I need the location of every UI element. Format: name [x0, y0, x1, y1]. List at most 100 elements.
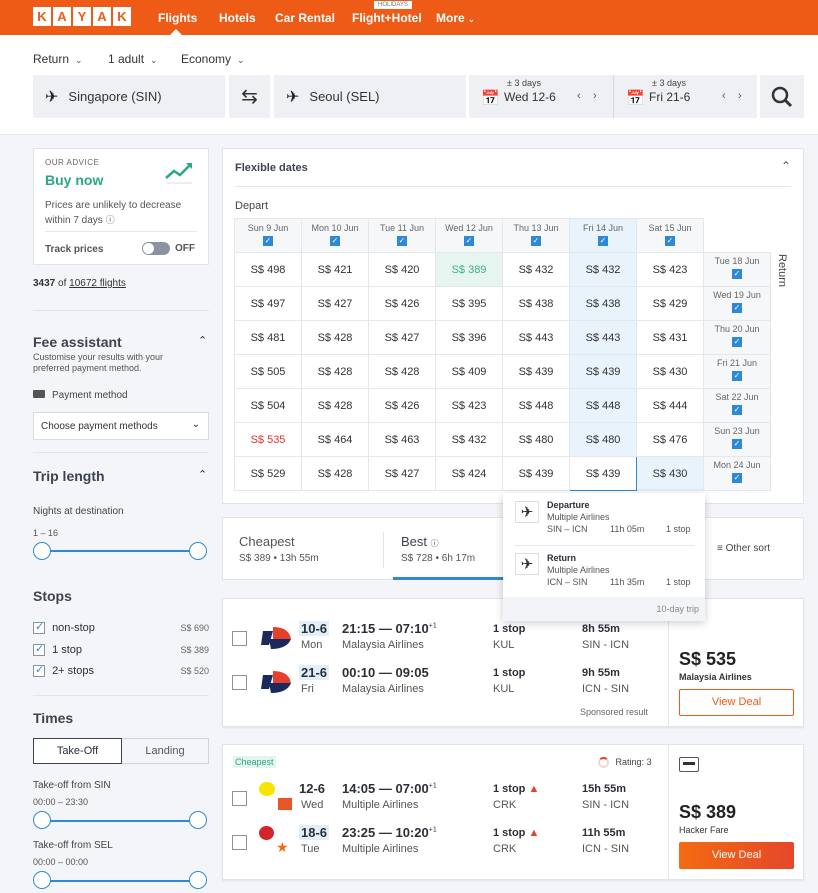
- checkbox[interactable]: ✓: [598, 236, 608, 246]
- checkbox[interactable]: ✓: [397, 236, 407, 246]
- price-cell[interactable]: S$ 424: [435, 456, 503, 491]
- price-cell[interactable]: S$ 430: [636, 456, 704, 491]
- price-cell[interactable]: S$ 497: [234, 286, 302, 321]
- takeoff-sel-min-handle[interactable]: [33, 871, 51, 889]
- price-cell[interactable]: S$ 443: [569, 320, 637, 355]
- price-cell[interactable]: S$ 427: [368, 456, 436, 491]
- info-icon[interactable]: ⓘ: [431, 539, 439, 548]
- checkbox[interactable]: ✓: [531, 236, 541, 246]
- origin-field[interactable]: ✈ Singapore (SIN): [33, 75, 225, 118]
- swap-button[interactable]: ⇆: [229, 75, 270, 118]
- depart-date-header[interactable]: Tue 11 Jun ✓: [368, 218, 436, 253]
- price-cell[interactable]: S$ 439: [502, 456, 570, 491]
- price-cell[interactable]: S$ 438: [502, 286, 570, 321]
- price-cell[interactable]: S$ 389: [435, 252, 503, 287]
- search-button[interactable]: [760, 75, 804, 118]
- price-cell[interactable]: S$ 423: [435, 388, 503, 423]
- compare-checkbox[interactable]: [232, 675, 247, 690]
- depart-date-header[interactable]: Sat 15 Jun ✓: [636, 218, 704, 253]
- price-cell[interactable]: S$ 481: [234, 320, 302, 355]
- price-cell[interactable]: S$ 431: [636, 320, 704, 355]
- compare-checkbox[interactable]: [232, 631, 247, 646]
- price-cell[interactable]: S$ 480: [502, 422, 570, 457]
- depart-date-header[interactable]: Fri 14 Jun ✓: [569, 218, 637, 253]
- return-date-header[interactable]: Mon 24 Jun ✓: [703, 456, 771, 491]
- takeoff-sin-max-handle[interactable]: [189, 811, 207, 829]
- return-date-header[interactable]: Wed 19 Jun ✓: [703, 286, 771, 321]
- price-cell[interactable]: S$ 429: [636, 286, 704, 321]
- checkbox[interactable]: ✓: [263, 236, 273, 246]
- return-date-field[interactable]: 📅 ± 3 days Fri 21-6 ‹ ›: [613, 75, 757, 118]
- nav-flights[interactable]: Flights: [158, 11, 197, 25]
- checkbox[interactable]: [33, 620, 45, 635]
- return-date-header[interactable]: Tue 18 Jun ✓: [703, 252, 771, 287]
- checkbox[interactable]: [33, 642, 45, 657]
- result-card[interactable]: Cheapest Rating: 3 12-6 Wed 14:05 — 07:00+…: [222, 744, 804, 880]
- stop-filter-nonstop[interactable]: non-stop S$ 690: [33, 620, 209, 635]
- destination-field[interactable]: ✈ Seoul (SEL): [274, 75, 466, 118]
- takeoff-sin-min-handle[interactable]: [33, 811, 51, 829]
- return-date-header[interactable]: Sun 23 Jun ✓: [703, 422, 771, 457]
- nav-more[interactable]: More ⌄: [436, 11, 475, 25]
- price-cell[interactable]: S$ 423: [636, 252, 704, 287]
- price-cell[interactable]: S$ 529: [234, 456, 302, 491]
- nights-slider-max-handle[interactable]: [189, 542, 207, 560]
- price-cell[interactable]: S$ 448: [502, 388, 570, 423]
- price-cell[interactable]: S$ 444: [636, 388, 704, 423]
- compare-checkbox[interactable]: [232, 835, 247, 850]
- travellers-dropdown[interactable]: 1 adult ⌄: [108, 52, 158, 66]
- depart-date-header[interactable]: Sun 9 Jun ✓: [234, 218, 302, 253]
- nights-slider-min-handle[interactable]: [33, 542, 51, 560]
- price-cell[interactable]: S$ 504: [234, 388, 302, 423]
- stop-filter-1-stop[interactable]: 1 stop S$ 389: [33, 642, 209, 657]
- checkbox[interactable]: ✓: [732, 473, 742, 483]
- price-cell[interactable]: S$ 430: [636, 354, 704, 389]
- tab-landing[interactable]: Landing: [122, 738, 209, 764]
- depart-date-header[interactable]: Mon 10 Jun ✓: [301, 218, 369, 253]
- sort-cheapest-tab[interactable]: Cheapest S$ 389 • 13h 55m: [223, 518, 383, 580]
- prev-date-arrow[interactable]: ‹: [577, 90, 581, 102]
- price-cell[interactable]: S$ 420: [368, 252, 436, 287]
- checkbox[interactable]: [33, 663, 45, 678]
- price-cell[interactable]: S$ 428: [301, 388, 369, 423]
- price-cell[interactable]: S$ 426: [368, 388, 436, 423]
- depart-date-field[interactable]: 📅 ± 3 days Wed 12-6 ‹ ›: [469, 75, 613, 118]
- return-date-header[interactable]: Sat 22 Jun ✓: [703, 388, 771, 423]
- prev-date-arrow[interactable]: ‹: [722, 90, 726, 102]
- view-deal-button[interactable]: View Deal: [679, 842, 794, 869]
- takeoff-sin-slider-track[interactable]: [42, 820, 198, 822]
- price-cell[interactable]: S$ 505: [234, 354, 302, 389]
- checkbox[interactable]: ✓: [732, 269, 742, 279]
- price-cell[interactable]: S$ 443: [502, 320, 570, 355]
- track-prices-toggle[interactable]: [142, 242, 170, 255]
- collapse-chevron-icon[interactable]: ⌃: [198, 334, 207, 347]
- price-cell[interactable]: S$ 428: [301, 354, 369, 389]
- price-cell[interactable]: S$ 427: [301, 286, 369, 321]
- price-cell[interactable]: S$ 464: [301, 422, 369, 457]
- checkbox[interactable]: ✓: [665, 236, 675, 246]
- collapse-chevron-icon[interactable]: ⌃: [198, 468, 207, 481]
- nav-hotels[interactable]: Hotels: [219, 11, 256, 25]
- price-cell[interactable]: S$ 448: [569, 388, 637, 423]
- return-date-header[interactable]: Fri 21 Jun ✓: [703, 354, 771, 389]
- price-cell[interactable]: S$ 428: [368, 354, 436, 389]
- checkbox[interactable]: ✓: [732, 439, 742, 449]
- price-cell[interactable]: S$ 439: [502, 354, 570, 389]
- checkbox[interactable]: ✓: [330, 236, 340, 246]
- kayak-logo[interactable]: K A Y A K: [33, 7, 131, 26]
- cabin-dropdown[interactable]: Economy ⌄: [181, 52, 245, 66]
- takeoff-sel-max-handle[interactable]: [189, 871, 207, 889]
- view-deal-button[interactable]: View Deal: [679, 689, 794, 716]
- tab-take-off[interactable]: Take-Off: [33, 738, 122, 764]
- price-cell[interactable]: S$ 396: [435, 320, 503, 355]
- nav-flight-hotel[interactable]: Flight+Hotel: [352, 11, 422, 25]
- checkbox[interactable]: ✓: [732, 405, 742, 415]
- stop-filter-2-plus[interactable]: 2+ stops S$ 520: [33, 663, 209, 678]
- other-sort-button[interactable]: ≡ Other sort: [717, 543, 770, 554]
- price-cell[interactable]: S$ 426: [368, 286, 436, 321]
- next-date-arrow[interactable]: ›: [593, 90, 597, 102]
- takeoff-sel-slider-track[interactable]: [42, 880, 198, 882]
- next-date-arrow[interactable]: ›: [738, 90, 742, 102]
- price-cell[interactable]: S$ 395: [435, 286, 503, 321]
- price-cell[interactable]: S$ 432: [502, 252, 570, 287]
